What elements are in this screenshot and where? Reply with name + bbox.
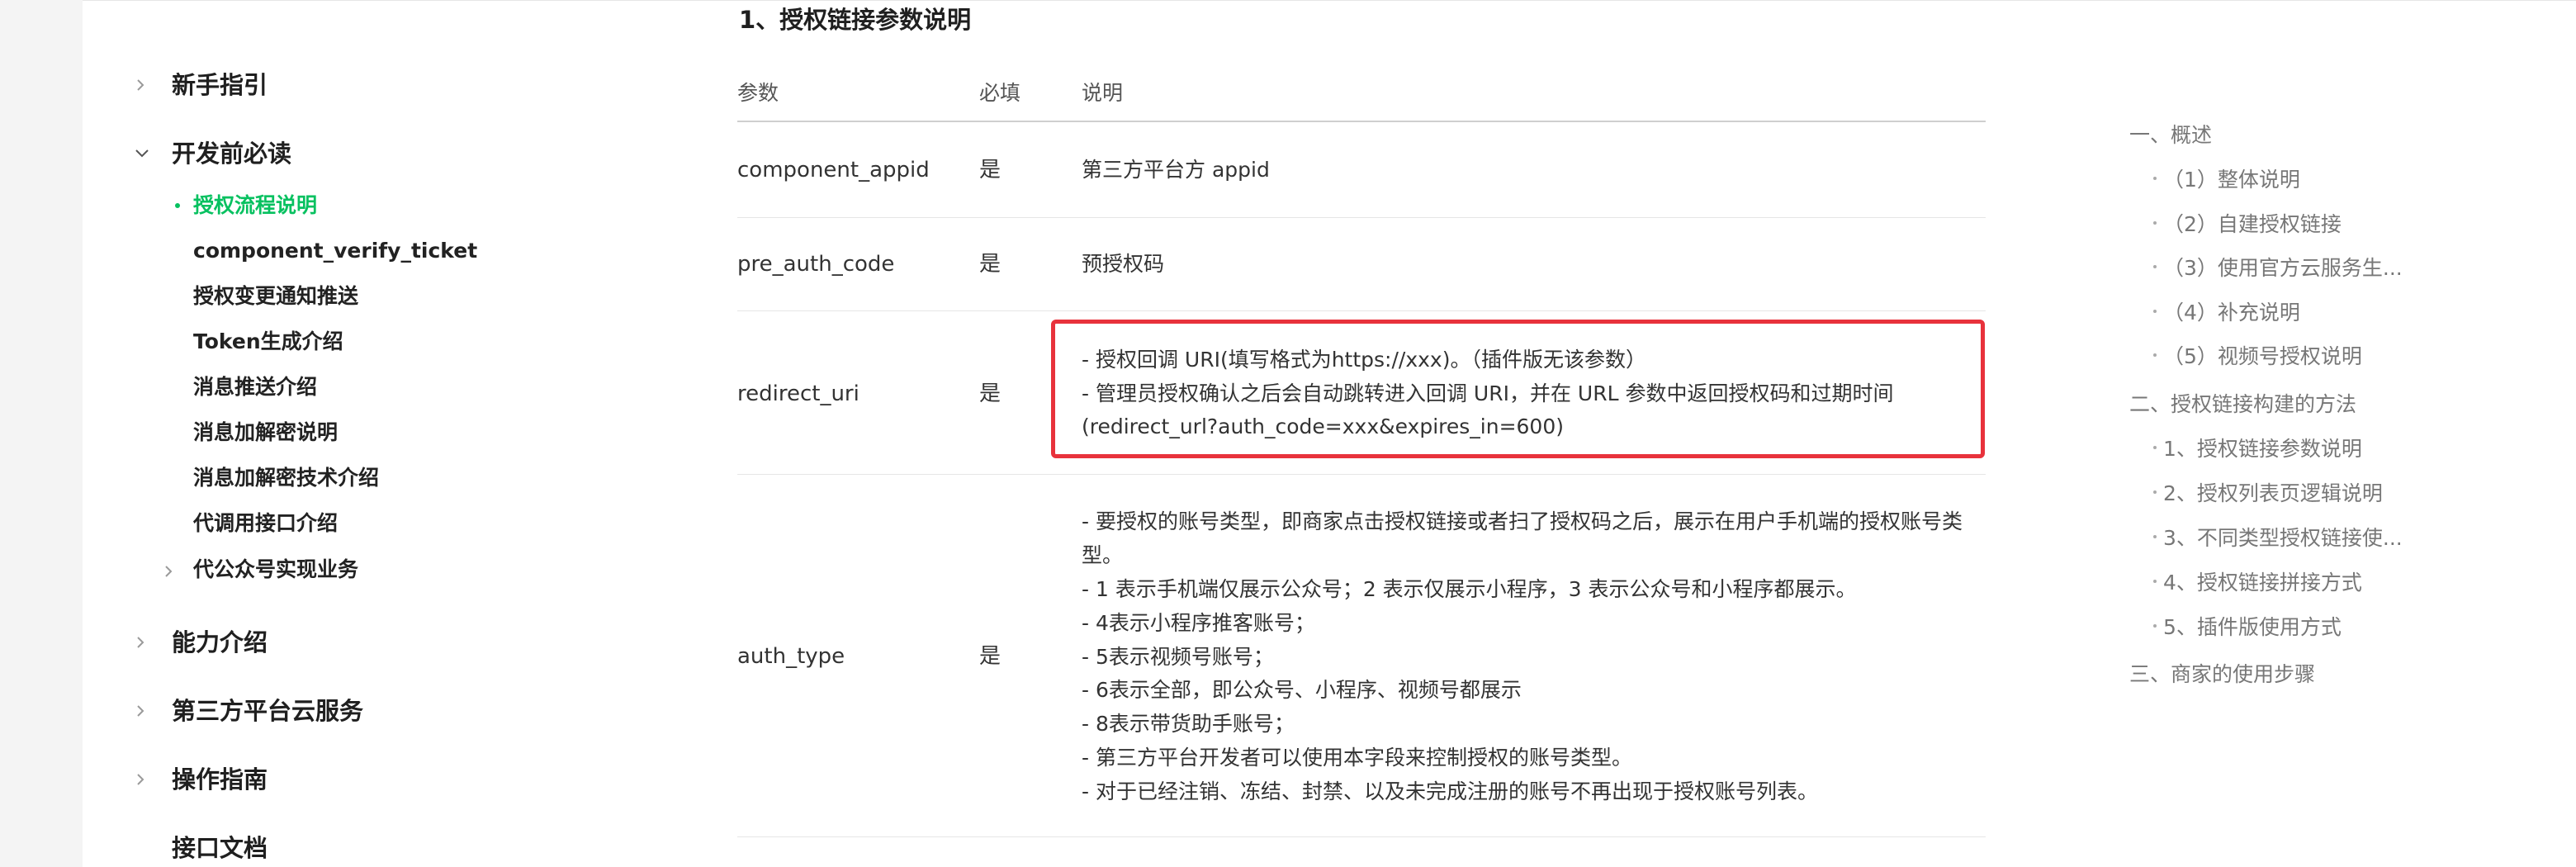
table-header-required: 必填 bbox=[979, 81, 1021, 105]
toc-item[interactable]: 一、概述 bbox=[2129, 120, 2212, 151]
table-row-divider bbox=[737, 310, 1986, 311]
toc-item[interactable]: 三、商家的使用步骤 bbox=[2129, 659, 2315, 690]
left-gutter bbox=[0, 0, 83, 867]
bullet-icon bbox=[2153, 221, 2157, 225]
table-cell-required: 是 bbox=[979, 381, 1002, 406]
table-cell-required: 是 bbox=[979, 158, 1002, 182]
bullet-icon bbox=[2153, 353, 2157, 357]
table-cell-required: 是 bbox=[979, 252, 1002, 277]
page: 新手指引 开发前必读 授权流程说明 component_verify_ticke… bbox=[0, 0, 2576, 867]
active-dot-icon bbox=[175, 203, 180, 208]
table-cell-desc: - 要授权的账号类型，即商家点击授权链接或者扫了授权码之后，展示在用户手机端的授… bbox=[1082, 509, 1963, 533]
table-cell-desc: - 4表示小程序推客账号； bbox=[1082, 611, 1315, 635]
chevron-right-icon[interactable] bbox=[163, 555, 176, 588]
toc-item[interactable]: （5）视频号授权说明 bbox=[2153, 341, 2362, 372]
chevron-down-icon[interactable] bbox=[135, 137, 149, 170]
sidebar-subitem-auth-change-push[interactable]: 授权变更通知推送 bbox=[193, 282, 358, 311]
table-cell-desc: 第三方平台方 appid bbox=[1082, 158, 1270, 182]
table-header-divider bbox=[737, 121, 1986, 122]
table-cell-desc: (redirect_url?auth_code=xxx&expires_in=6… bbox=[1082, 415, 1564, 438]
table-cell-desc: - 1 表示手机端仅展示公众号；2 表示仅展示小程序，3 表示公众号和小程序都展… bbox=[1082, 577, 1857, 601]
table-row-divider bbox=[737, 836, 1986, 837]
table-row-divider bbox=[737, 474, 1986, 475]
sidebar-subitem-token[interactable]: Token生成介绍 bbox=[193, 327, 343, 357]
table-cell-param: pre_auth_code bbox=[737, 252, 895, 277]
toc-item[interactable]: 2、授权列表页逻辑说明 bbox=[2153, 478, 2383, 509]
bullet-icon bbox=[2153, 446, 2157, 449]
toc-item[interactable]: 3、不同类型授权链接使... bbox=[2153, 523, 2403, 554]
toc-item[interactable]: 4、授权链接拼接方式 bbox=[2153, 567, 2362, 599]
table-header-param: 参数 bbox=[737, 81, 779, 105]
sidebar-item-operation-guide[interactable]: 操作指南 bbox=[172, 763, 268, 796]
toc-item[interactable]: （4）补充说明 bbox=[2153, 297, 2300, 329]
chevron-right-icon[interactable] bbox=[135, 626, 148, 659]
sidebar-subitem-oa-business[interactable]: 代公众号实现业务 bbox=[193, 555, 358, 585]
sidebar-subitem-message-push[interactable]: 消息推送介绍 bbox=[193, 372, 317, 402]
bullet-icon bbox=[2153, 310, 2157, 313]
toc-item[interactable]: 1、授权链接参数说明 bbox=[2153, 434, 2362, 465]
toc-item[interactable]: 二、授权链接构建的方法 bbox=[2129, 389, 2356, 420]
sidebar-subitem-verify-ticket[interactable]: component_verify_ticket bbox=[193, 236, 477, 266]
chevron-right-icon[interactable] bbox=[135, 69, 148, 102]
sidebar-item-cloud-service[interactable]: 第三方平台云服务 bbox=[172, 694, 363, 727]
table-cell-desc: - 5表示视频号账号； bbox=[1082, 645, 1274, 669]
toc-item[interactable]: 5、插件版使用方式 bbox=[2153, 612, 2342, 643]
table-cell-desc: 预授权码 bbox=[1082, 252, 1165, 276]
toc-item[interactable]: （3）使用官方云服务生... bbox=[2153, 253, 2403, 284]
sidebar-subitem-encrypt[interactable]: 消息加解密说明 bbox=[193, 418, 338, 448]
table-cell-desc: - 8表示带货助手账号； bbox=[1082, 712, 1295, 736]
bullet-icon bbox=[2153, 265, 2157, 268]
table-cell-param: component_appid bbox=[737, 158, 930, 182]
sidebar-item-capabilities[interactable]: 能力介绍 bbox=[172, 626, 268, 659]
table-cell-desc: - 6表示全部，即公众号、小程序、视频号都展示 bbox=[1082, 678, 1522, 702]
toc-item[interactable]: （2）自建授权链接 bbox=[2153, 209, 2342, 240]
sidebar-item-before-dev[interactable]: 开发前必读 bbox=[172, 137, 291, 170]
top-divider bbox=[83, 0, 2576, 1]
table-cell-desc: 型。 bbox=[1082, 543, 1124, 567]
bullet-icon bbox=[2153, 535, 2157, 538]
chevron-right-icon[interactable] bbox=[135, 694, 148, 727]
table-cell-desc: - 授权回调 URI(填写格式为https://xxx)。（插件版无该参数） bbox=[1082, 348, 1646, 372]
table-cell-param: redirect_uri bbox=[737, 381, 859, 406]
table-cell-desc: - 第三方平台开发者可以使用本字段来控制授权的账号类型。 bbox=[1082, 746, 1632, 770]
bullet-icon bbox=[2153, 624, 2157, 628]
bullet-icon bbox=[2153, 580, 2157, 583]
sidebar-item-getting-started[interactable]: 新手指引 bbox=[172, 69, 268, 102]
table-cell-param: auth_type bbox=[737, 644, 845, 669]
toc-item[interactable]: （1）整体说明 bbox=[2153, 164, 2300, 196]
sidebar bbox=[83, 0, 594, 867]
section-title: 1、授权链接参数说明 bbox=[739, 6, 972, 34]
sidebar-subitem-auth-flow[interactable]: 授权流程说明 bbox=[193, 191, 317, 220]
bullet-icon bbox=[2153, 490, 2157, 494]
sidebar-item-api-docs[interactable]: 接口文档 bbox=[172, 831, 268, 865]
sidebar-subitem-proxy-api[interactable]: 代调用接口介绍 bbox=[193, 509, 338, 538]
table-row-divider bbox=[737, 217, 1986, 218]
table-header-desc: 说明 bbox=[1082, 81, 1124, 105]
chevron-right-icon[interactable] bbox=[135, 763, 148, 796]
sidebar-subitem-encrypt-tech[interactable]: 消息加解密技术介绍 bbox=[193, 463, 379, 493]
table-cell-required: 是 bbox=[979, 644, 1002, 669]
table-cell-desc: - 对于已经注销、冻结、封禁、以及未完成注册的账号不再出现于授权账号列表。 bbox=[1082, 779, 1818, 803]
bullet-icon bbox=[2153, 177, 2157, 180]
table-cell-desc: - 管理员授权确认之后会自动跳转进入回调 URI，并在 URL 参数中返回授权码… bbox=[1082, 381, 1894, 405]
